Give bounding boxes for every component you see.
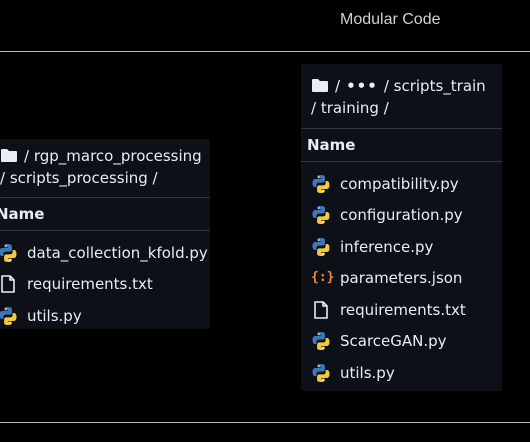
- file-row[interactable]: {:} parameters.json: [301, 263, 502, 295]
- file-row[interactable]: configuration.py: [301, 200, 502, 232]
- folder-icon: [1, 149, 17, 162]
- name-column-header[interactable]: Name: [0, 198, 210, 230]
- python-icon: [0, 243, 17, 262]
- breadcrumb: / rgp_marco_processing / scripts_process…: [0, 139, 210, 197]
- file-name-link[interactable]: inference.py: [340, 238, 433, 256]
- json-icon: {:}: [311, 270, 335, 286]
- name-column-header[interactable]: Name: [301, 129, 502, 161]
- breadcrumb-separator: /: [24, 147, 30, 165]
- file-row[interactable]: inference.py: [301, 231, 502, 263]
- python-icon: [0, 306, 17, 325]
- file-list: data_collection_kfold.py requirements.txt…: [0, 231, 210, 332]
- file-name-link[interactable]: parameters.json: [340, 269, 462, 287]
- file-name-link[interactable]: requirements.txt: [340, 301, 466, 319]
- file-icon: [1, 275, 15, 294]
- file-icon: [314, 300, 328, 319]
- page-title: Modular Code: [340, 11, 441, 28]
- bottom-divider: [0, 422, 530, 423]
- breadcrumb-ellipsis-button[interactable]: •••: [346, 77, 378, 95]
- file-row[interactable]: data_collection_kfold.py: [0, 237, 210, 269]
- file-row[interactable]: utils.py: [301, 357, 502, 389]
- python-icon: [312, 332, 330, 351]
- folder-icon: [312, 79, 328, 92]
- file-row[interactable]: compatibility.py: [301, 168, 502, 200]
- python-icon: [312, 237, 330, 256]
- file-name-link[interactable]: data_collection_kfold.py: [27, 244, 208, 262]
- breadcrumb: / ••• / scripts_train / training /: [301, 64, 502, 128]
- file-row[interactable]: ScarceGAN.py: [301, 326, 502, 358]
- file-row[interactable]: requirements.txt: [0, 269, 210, 301]
- python-icon: [312, 363, 330, 382]
- breadcrumb-line2[interactable]: / training /: [311, 97, 492, 119]
- breadcrumb-line2[interactable]: / scripts_processing /: [0, 167, 200, 189]
- top-divider: [0, 51, 530, 52]
- file-name-link[interactable]: utils.py: [27, 307, 82, 325]
- breadcrumb-separator: /: [335, 77, 341, 95]
- file-list: compatibility.py configuration.py inferenc…: [301, 162, 502, 389]
- file-row[interactable]: utils.py: [0, 300, 210, 332]
- file-name-link[interactable]: compatibility.py: [340, 175, 459, 193]
- file-name-link[interactable]: configuration.py: [340, 206, 463, 224]
- file-browser-processing: / rgp_marco_processing / scripts_process…: [0, 139, 210, 329]
- file-browser-training: / ••• / scripts_train / training / Name co…: [301, 64, 502, 391]
- breadcrumb-folder-link[interactable]: / scripts_train: [384, 77, 486, 95]
- file-name-link[interactable]: requirements.txt: [27, 275, 153, 293]
- python-icon: [312, 206, 330, 225]
- file-name-link[interactable]: ScarceGAN.py: [340, 332, 447, 350]
- python-icon: [312, 174, 330, 193]
- file-name-link[interactable]: utils.py: [340, 364, 395, 382]
- breadcrumb-folder-link[interactable]: rgp_marco_processing: [34, 147, 202, 165]
- file-row[interactable]: requirements.txt: [301, 294, 502, 326]
